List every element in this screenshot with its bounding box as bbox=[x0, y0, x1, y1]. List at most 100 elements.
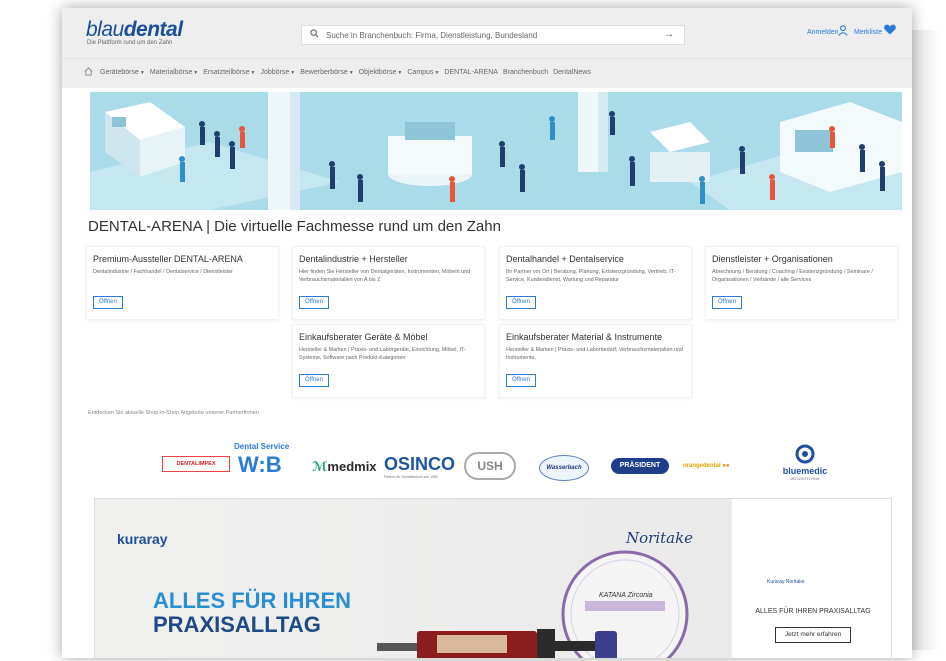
card-description: Ihr Partner vor Ort | Beratung, Planung,… bbox=[506, 269, 676, 283]
card-description: Abrechnung / Beratung / Coaching / Exist… bbox=[712, 269, 873, 283]
logo-dentalimpex[interactable]: DENTALIMPEX bbox=[162, 456, 230, 472]
partner-logos: DENTALIMPEX Dental Service W:B ℳmedmix O… bbox=[62, 442, 912, 496]
logo-ush[interactable]: USH bbox=[464, 452, 516, 480]
open-button[interactable]: Öffnen bbox=[506, 296, 536, 309]
kuraray-advertisement[interactable]: kuraray Noritake ALLES FÜR IHREN PRAXISA… bbox=[94, 498, 892, 658]
hero-banner bbox=[90, 92, 902, 210]
dots-icon: ●● bbox=[722, 463, 730, 469]
nav-item-dentalnews[interactable]: DentalNews bbox=[553, 69, 591, 76]
partner-note: Entdecken Sie aktuelle Shop-in-Shop Ange… bbox=[88, 410, 259, 416]
caret-down-icon: ▼ bbox=[434, 70, 440, 76]
ad-headline-2: PRAXISALLTAG bbox=[153, 612, 321, 637]
logo-osinco[interactable]: OSINCO bbox=[384, 454, 455, 475]
open-button[interactable]: Öffnen bbox=[93, 296, 123, 309]
nav-item-materialboerse[interactable]: Materialbörse▼ bbox=[150, 69, 198, 76]
card-title: Premium-Aussteller DENTAL-ARENA bbox=[93, 254, 243, 264]
user-icon[interactable] bbox=[838, 25, 848, 39]
nav-item-label: Campus bbox=[407, 69, 434, 76]
browser-page: blaudental Die Plattform rund um den Zah… bbox=[62, 8, 912, 658]
nav-list: Gerätebörse▼ Materialbörse▼ Ersatzteilbö… bbox=[100, 69, 591, 76]
card-dienstleister: Dienstleister + Organisationen Abrechnun… bbox=[705, 246, 898, 320]
ad-brand-kuraray: kuraray bbox=[117, 531, 168, 547]
nav-item-geraeteboerse[interactable]: Gerätebörse▼ bbox=[100, 69, 145, 76]
logo-part2: dental bbox=[123, 18, 183, 41]
caret-down-icon: ▼ bbox=[193, 70, 199, 76]
nav-item-label: Materialbörse bbox=[149, 69, 193, 76]
ad-side-text: ALLES FÜR IHREN PRAXISALLTAG bbox=[755, 608, 871, 615]
caret-down-icon: ▼ bbox=[250, 70, 256, 76]
card-title: Dentalindustrie + Hersteller bbox=[299, 254, 408, 264]
card-dentalhandel: Dentalhandel + Dentalservice Ihr Partner… bbox=[499, 246, 692, 320]
nav-item-label: Branchenbuch bbox=[502, 69, 549, 76]
open-button[interactable]: Öffnen bbox=[712, 296, 742, 309]
nav-item-bewerberboerse[interactable]: Bewerberbörse▼ bbox=[300, 69, 353, 76]
nav-item-label: Bewerberbörse bbox=[300, 69, 348, 76]
heart-icon[interactable] bbox=[884, 24, 896, 38]
logo-medmix-label: medmix bbox=[327, 459, 377, 474]
logo-medmix[interactable]: ℳmedmix bbox=[312, 459, 377, 475]
logo-ws-top[interactable]: Dental Service bbox=[234, 442, 289, 451]
nav-item-dental-arena[interactable]: DENTAL-ARENA bbox=[444, 69, 498, 76]
card-dentalindustrie: Dentalindustrie + Hersteller Hier finden… bbox=[292, 246, 485, 320]
disc-product-label: KATANA Zirconia bbox=[599, 592, 653, 599]
logo-orangedental[interactable]: orangedental ●● bbox=[683, 463, 730, 469]
top-header: blaudental Die Plattform rund um den Zah… bbox=[62, 8, 912, 58]
open-button[interactable]: Öffnen bbox=[299, 374, 329, 387]
caret-down-icon: ▼ bbox=[139, 70, 145, 76]
card-description: Dentalindustrie / Fachhandel / Dentalser… bbox=[93, 269, 233, 275]
ad-headline-1: ALLES FÜR IHREN bbox=[153, 588, 351, 613]
main-nav: Gerätebörse▼ Materialbörse▼ Ersatzteilbö… bbox=[62, 58, 912, 88]
nav-item-label: Gerätebörse bbox=[100, 69, 139, 76]
nav-item-campus[interactable]: Campus▼ bbox=[407, 69, 439, 76]
nav-item-objektboerse[interactable]: Objektbörse▼ bbox=[359, 69, 403, 76]
ad-side-panel: Kuraray Noritake ALLES FÜR IHREN PRAXISA… bbox=[731, 499, 891, 658]
logo-tagline: Die Plattform rund um den Zahn bbox=[87, 40, 173, 46]
bluemedic-ring-icon bbox=[795, 444, 815, 464]
search-bar[interactable]: Suche in Branchenbuch: Firma, Dienstleis… bbox=[301, 25, 685, 45]
page-shadow bbox=[912, 30, 942, 650]
nav-item-label: Objektbörse bbox=[358, 69, 397, 76]
search-icon bbox=[310, 29, 319, 40]
medmix-mark-icon: ℳ bbox=[312, 459, 328, 474]
card-premium-aussteller: Premium-Aussteller DENTAL-ARENA Dentalin… bbox=[86, 246, 279, 320]
card-title: Dentalhandel + Dentalservice bbox=[506, 254, 624, 264]
caret-down-icon: ▼ bbox=[290, 70, 296, 76]
caret-down-icon: ▼ bbox=[348, 70, 354, 76]
page-title: DENTAL-ARENA | Die virtuelle Fachmesse r… bbox=[88, 218, 501, 235]
card-description: Hier finden Sie Hersteller von Dentalger… bbox=[299, 269, 471, 283]
search-input[interactable]: Suche in Branchenbuch: Firma, Dienstleis… bbox=[326, 31, 537, 40]
logo-wasserbach[interactable]: Wasserbach bbox=[539, 455, 589, 481]
card-title: Einkaufsberater Geräte & Möbel bbox=[299, 332, 428, 342]
nav-item-branchenbuch[interactable]: Branchenbuch bbox=[503, 69, 548, 76]
open-button[interactable]: Öffnen bbox=[506, 374, 536, 387]
open-button[interactable]: Öffnen bbox=[299, 296, 329, 309]
logo-part1: blau bbox=[86, 18, 124, 41]
card-title: Einkaufsberater Material & Instrumente bbox=[506, 332, 663, 342]
logo-osinco-sub: Partner für Dentaltechnik seit 1984 bbox=[384, 475, 438, 479]
ad-side-brand: Kuraray Noritake bbox=[767, 579, 805, 585]
site-logo[interactable]: blaudental bbox=[86, 18, 183, 42]
wishlist-link[interactable]: Merkliste bbox=[854, 29, 882, 36]
card-title: Dienstleister + Organisationen bbox=[712, 254, 833, 264]
logo-bluemedic-label: bluemedic bbox=[782, 466, 828, 476]
card-einkaufsberater-material: Einkaufsberater Material & Instrumente H… bbox=[499, 324, 692, 398]
trade-fair-illustration bbox=[90, 92, 902, 210]
caret-down-icon: ▼ bbox=[397, 70, 403, 76]
logo-bluemedic-sub: MEDIZINTECHNIK bbox=[790, 477, 820, 481]
logo-bluemedic[interactable]: bluemedic MEDIZINTECHNIK bbox=[775, 442, 835, 486]
nav-item-ersatzteilboerse[interactable]: Ersatzteilbörse▼ bbox=[203, 69, 255, 76]
logo-prasident[interactable]: PRÄSIDENT bbox=[611, 458, 669, 474]
logo-orangedental-label: orangedental bbox=[683, 463, 721, 469]
card-description: Hersteller & Marken | Praxis- und Laborg… bbox=[299, 347, 466, 361]
ad-main-panel: kuraray Noritake ALLES FÜR IHREN PRAXISA… bbox=[95, 499, 731, 658]
home-icon[interactable] bbox=[84, 67, 93, 78]
nav-item-label: DENTAL-ARENA bbox=[444, 69, 498, 76]
nav-item-jobboerse[interactable]: Jobbörse▼ bbox=[261, 69, 296, 76]
card-description: Hersteller & Marken | Praxis- und Laborb… bbox=[506, 347, 683, 361]
login-link[interactable]: Anmelden bbox=[807, 29, 839, 36]
search-submit-icon[interactable]: → bbox=[664, 29, 674, 40]
learn-more-button[interactable]: Jetzt mehr erfahren bbox=[775, 627, 851, 643]
nav-item-label: Ersatzteilbörse bbox=[203, 69, 250, 76]
logo-ws-bottom[interactable]: W:B bbox=[238, 452, 282, 478]
nav-item-label: Jobbörse bbox=[260, 69, 290, 76]
